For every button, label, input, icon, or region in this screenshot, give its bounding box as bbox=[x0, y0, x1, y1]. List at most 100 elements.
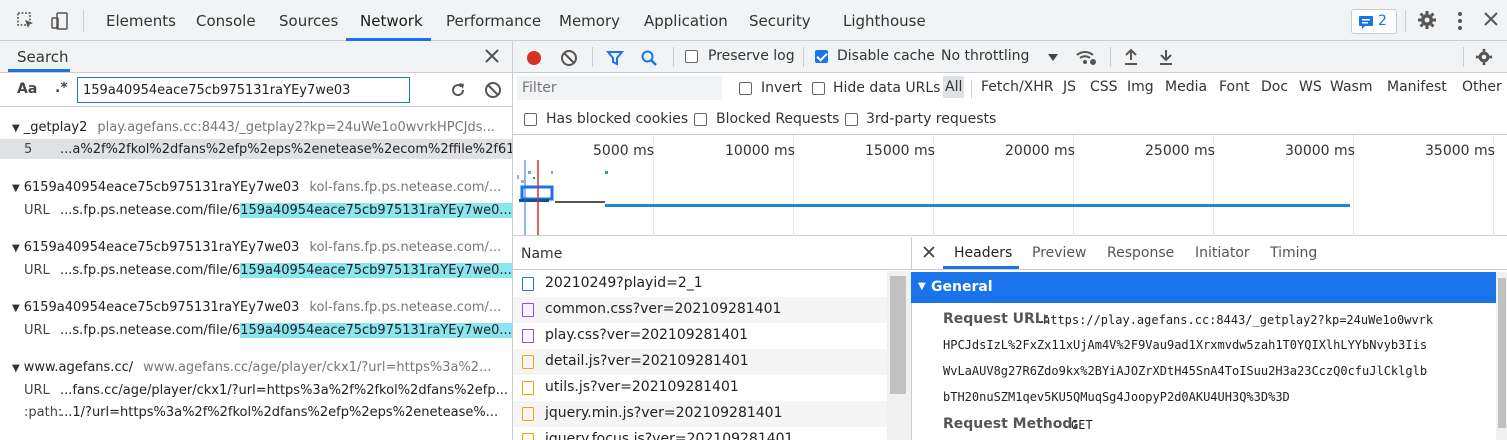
request-url-label: Request URL: bbox=[943, 311, 1050, 327]
clear-log-icon[interactable] bbox=[560, 49, 578, 67]
stylesheet-file-icon bbox=[522, 329, 534, 343]
tab-initiator[interactable]: Initiator bbox=[1195, 245, 1250, 261]
export-har-icon[interactable] bbox=[1158, 48, 1174, 66]
tab-sources[interactable]: Sources bbox=[279, 12, 338, 30]
type-filter-media[interactable]: Media bbox=[1165, 79, 1207, 95]
search-tab-indicator bbox=[8, 69, 70, 72]
request-row[interactable]: jquery.min.js?ver=202109281401 bbox=[513, 401, 887, 427]
request-row[interactable]: detail.js?ver=202109281401 bbox=[513, 349, 887, 375]
close-details-icon[interactable] bbox=[922, 245, 936, 259]
result-match-line[interactable]: URL ...s.fp.ps.netease.com/file/6159a4095… bbox=[24, 263, 512, 278]
request-row[interactable]: jquery.focus.js?ver=202109281401 bbox=[513, 427, 887, 440]
request-url-value: bTH20nuSZM1qev5KU5QMuqSg4JoopyP2d0AKU4UH… bbox=[943, 390, 1290, 404]
type-filter-fetch-xhr[interactable]: Fetch/XHR bbox=[981, 79, 1054, 95]
timeline-waterfall-graphic bbox=[517, 160, 1350, 235]
name-column-header[interactable]: Name bbox=[521, 246, 562, 262]
result-match-line[interactable]: URL ...fans.cc/age/player/ckx1/?url=https… bbox=[24, 383, 508, 398]
invert-label: Invert bbox=[761, 80, 803, 96]
general-section-header[interactable]: ▼ General bbox=[911, 272, 1496, 303]
type-filter-js[interactable]: JS bbox=[1063, 79, 1076, 95]
result-match-line[interactable]: URL ...s.fp.ps.netease.com/file/6159a4095… bbox=[24, 203, 512, 218]
search-input[interactable] bbox=[77, 77, 410, 103]
details-scrollbar-thumb[interactable] bbox=[1498, 278, 1506, 428]
result-file-title[interactable]: ▼ _getplay2 play.agefans.cc:8443/_getplay2… bbox=[12, 120, 495, 135]
preserve-log-label: Preserve log bbox=[708, 48, 795, 64]
settings-gear-icon[interactable] bbox=[1417, 10, 1437, 30]
tab-performance[interactable]: Performance bbox=[446, 12, 541, 30]
search-results: ▼ _getplay2 play.agefans.cc:8443/_getplay2… bbox=[0, 108, 512, 440]
tab-application[interactable]: Application bbox=[644, 12, 728, 30]
hide-data-urls-checkbox[interactable] bbox=[812, 82, 825, 95]
invert-checkbox[interactable] bbox=[739, 82, 752, 95]
tab-memory[interactable]: Memory bbox=[559, 12, 620, 30]
inspect-element-icon[interactable] bbox=[16, 11, 36, 31]
request-url-value: https://play.agefans.cc:8443/_getplay2?k… bbox=[1043, 313, 1434, 327]
tab-lighthouse[interactable]: Lighthouse bbox=[843, 12, 926, 30]
has-blocked-cookies-checkbox[interactable] bbox=[524, 113, 537, 126]
disable-cache-checkbox[interactable] bbox=[815, 50, 828, 63]
close-devtools-icon[interactable] bbox=[1483, 11, 1499, 27]
blocked-requests-label: Blocked Requests bbox=[716, 111, 840, 127]
close-search-icon[interactable] bbox=[484, 48, 500, 64]
type-filter-all[interactable]: All bbox=[943, 76, 965, 98]
request-row[interactable]: utils.js?ver=202109281401 bbox=[513, 375, 887, 401]
type-filter-wasm[interactable]: Wasm bbox=[1330, 79, 1372, 95]
request-row[interactable]: common.css?ver=202109281401 bbox=[513, 297, 887, 323]
expand-triangle-icon: ▼ bbox=[12, 123, 20, 134]
result-match-line[interactable]: :path:...1/?url=https%3a%2f%2fkol%2dfans… bbox=[24, 405, 498, 420]
more-options-icon[interactable] bbox=[1456, 11, 1464, 31]
third-party-checkbox[interactable] bbox=[845, 113, 858, 126]
clear-search-icon[interactable] bbox=[484, 81, 502, 99]
import-har-icon[interactable] bbox=[1123, 48, 1139, 66]
has-blocked-cookies-label: Has blocked cookies bbox=[546, 111, 689, 127]
issues-button[interactable]: 2 bbox=[1351, 9, 1397, 34]
document-file-icon bbox=[522, 277, 534, 291]
blocked-requests-checkbox[interactable] bbox=[694, 113, 707, 126]
refresh-search-icon[interactable] bbox=[449, 81, 467, 99]
tab-timing[interactable]: Timing bbox=[1270, 245, 1317, 261]
type-filter-css[interactable]: CSS bbox=[1090, 79, 1118, 95]
result-file-title[interactable]: ▼ 6159a40954eace75cb975131raYEy7we03 kol-f… bbox=[12, 180, 501, 195]
type-filter-ws[interactable]: WS bbox=[1299, 79, 1322, 95]
result-match-line[interactable]: URL ...s.fp.ps.netease.com/file/6159a4095… bbox=[24, 323, 512, 338]
type-filter-img[interactable]: Img bbox=[1127, 79, 1154, 95]
request-list: 20210249?playid=2_1 common.css?ver=20210… bbox=[513, 271, 911, 440]
tab-elements[interactable]: Elements bbox=[106, 12, 176, 30]
result-match-line[interactable]: 5 ...a%2f%2fkol%2dfans%2efp%2eps%2eneteas… bbox=[24, 142, 512, 157]
result-file-title[interactable]: ▼ 6159a40954eace75cb975131raYEy7we03 kol-f… bbox=[12, 300, 501, 315]
regex-button[interactable]: .* bbox=[55, 80, 68, 96]
request-url-value: HPCJdsIzL%2FxZx11xUjAm4V%2F9Vau9ad1Xrxmv… bbox=[943, 338, 1428, 352]
tab-headers[interactable]: Headers bbox=[954, 245, 1012, 261]
expand-triangle-icon: ▼ bbox=[12, 303, 20, 314]
expand-triangle-icon: ▼ bbox=[918, 281, 926, 292]
tab-console[interactable]: Console bbox=[196, 12, 256, 30]
tab-security[interactable]: Security bbox=[749, 12, 811, 30]
result-file-title[interactable]: ▼ 6159a40954eace75cb975131raYEy7we03 kol-f… bbox=[12, 240, 501, 255]
throttling-select[interactable]: No throttling bbox=[941, 48, 1029, 64]
request-row[interactable]: play.css?ver=202109281401 bbox=[513, 323, 887, 349]
script-file-icon bbox=[522, 433, 534, 440]
network-conditions-icon[interactable] bbox=[1075, 48, 1097, 66]
preserve-log-checkbox[interactable] bbox=[685, 50, 698, 63]
tab-preview[interactable]: Preview bbox=[1032, 245, 1087, 261]
tab-response[interactable]: Response bbox=[1107, 245, 1174, 261]
request-row[interactable]: 20210249?playid=2_1 bbox=[513, 271, 887, 297]
filter-input[interactable] bbox=[517, 76, 722, 100]
type-filter-font[interactable]: Font bbox=[1219, 79, 1249, 95]
chevron-down-icon[interactable] bbox=[1048, 54, 1058, 62]
tab-network[interactable]: Network bbox=[360, 12, 423, 30]
type-filter-manifest[interactable]: Manifest bbox=[1387, 79, 1447, 95]
network-timeline-overview[interactable]: 5000 ms 10000 ms 15000 ms 20000 ms 25000… bbox=[513, 135, 1507, 236]
filter-icon[interactable] bbox=[606, 49, 624, 67]
filter-row-secondary: Has blocked cookies Blocked Requests 3rd… bbox=[513, 104, 1507, 135]
match-case-button[interactable]: Aa bbox=[17, 81, 37, 97]
search-panel-title: Search bbox=[17, 48, 69, 66]
network-settings-gear-icon[interactable] bbox=[1475, 48, 1493, 66]
type-filter-doc[interactable]: Doc bbox=[1261, 79, 1288, 95]
device-toolbar-icon[interactable] bbox=[50, 11, 70, 31]
request-list-scrollbar-thumb[interactable] bbox=[890, 276, 906, 394]
record-icon[interactable] bbox=[525, 49, 543, 67]
search-icon[interactable] bbox=[640, 49, 658, 67]
result-file-title[interactable]: ▼ www.agefans.cc/www.agefans.cc/age/playe… bbox=[12, 360, 491, 375]
type-filter-other[interactable]: Other bbox=[1462, 79, 1502, 95]
